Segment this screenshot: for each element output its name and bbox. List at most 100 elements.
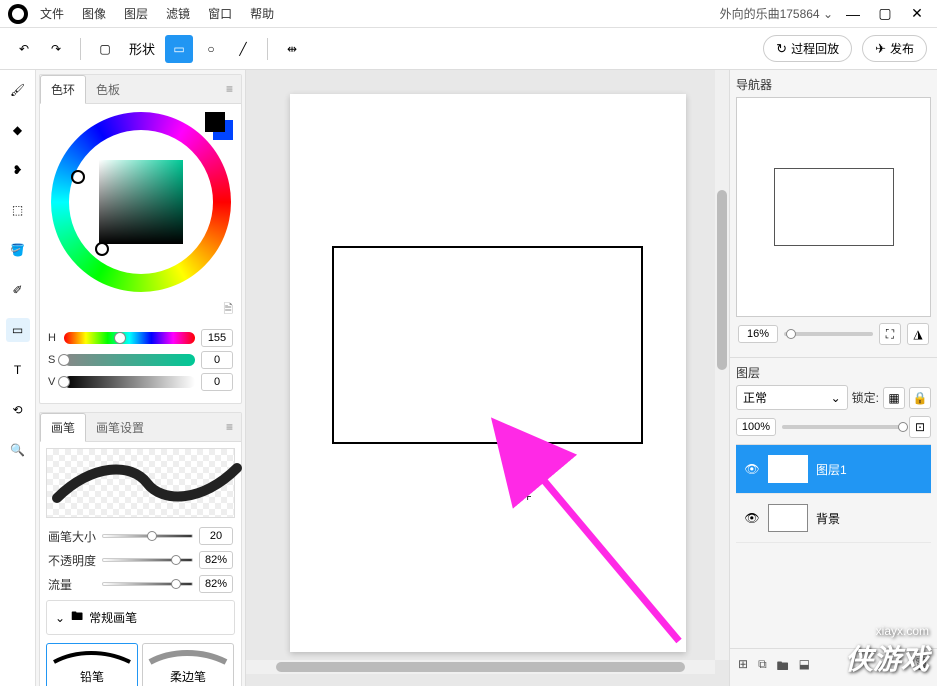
maximize-button[interactable]: ▢ (873, 2, 897, 26)
visibility-icon[interactable]: 👁 (744, 511, 760, 525)
horizontal-scrollbar[interactable] (246, 660, 715, 674)
navigator-title: 导航器 (736, 76, 931, 93)
layer-actions: ⊞ ⧉ 🖿 ⬓ 🗑 (730, 648, 937, 686)
layer-opacity-slider[interactable] (782, 425, 903, 429)
shape-label: 形状 (129, 39, 155, 58)
brush-category[interactable]: ⌄ 🖿 常规画笔 (46, 600, 235, 635)
zoom-value[interactable]: 16% (738, 325, 778, 343)
tab-color-swatch[interactable]: 色板 (86, 76, 130, 103)
shape-circle[interactable]: ○ (197, 35, 225, 63)
layers-panel: 图层 正常⌄ 锁定: ▦ 🔒 100% ⊡ 👁 图层1 👁 (730, 357, 937, 549)
replay-button[interactable]: ↻ 过程回放 (763, 35, 852, 62)
smudge-tool[interactable]: ❥ (6, 158, 30, 182)
chevron-down-icon: ⌄ (55, 611, 65, 625)
menu-layer[interactable]: 图层 (124, 5, 148, 22)
saturation-value-box[interactable] (99, 160, 183, 244)
shape-tool[interactable]: ▭ (6, 318, 30, 342)
color-wheel[interactable] (51, 112, 231, 292)
navigator-preview[interactable] (736, 97, 931, 317)
fill-tool[interactable]: 🪣 (6, 238, 30, 262)
visibility-icon[interactable]: 👁 (744, 462, 760, 476)
delete-layer-icon[interactable]: 🗑 (914, 657, 929, 678)
minimize-button[interactable]: — (841, 2, 865, 26)
lock-all-icon[interactable]: 🔒 (909, 387, 931, 409)
brush-size-slider[interactable] (102, 534, 193, 538)
close-button[interactable]: ✕ (905, 2, 929, 26)
tab-brush[interactable]: 画笔 (40, 413, 86, 442)
fit-screen-icon[interactable]: ⛶ (879, 323, 901, 345)
layer-item-background[interactable]: 👁 背景 (736, 494, 931, 543)
canvas[interactable]: + (290, 94, 686, 652)
sv-cursor[interactable] (95, 242, 109, 256)
sat-slider[interactable] (64, 354, 195, 366)
layer-item-1[interactable]: 👁 图层1 (736, 445, 931, 494)
shape-line[interactable]: ╱ (229, 35, 257, 63)
separator (80, 38, 81, 60)
layer-list: 👁 图层1 👁 背景 (736, 444, 931, 543)
brush-size-label: 画笔大小 (48, 528, 96, 545)
mirror-icon[interactable]: ⇹ (278, 35, 306, 63)
canvas-area[interactable]: + (246, 70, 729, 686)
brush-flow-value[interactable]: 82% (199, 575, 233, 593)
layer-name: 背景 (816, 510, 840, 527)
hue-value[interactable]: 155 (201, 329, 233, 347)
menu-window[interactable]: 窗口 (208, 5, 232, 22)
document-name[interactable]: 外向的乐曲175864 ⌄ (720, 5, 833, 22)
brush-soft[interactable]: 柔边笔 (142, 643, 234, 686)
eraser-tool[interactable]: ◆ (6, 118, 30, 142)
menu-file[interactable]: 文件 (40, 5, 64, 22)
layer-options-icon[interactable]: ⊡ (909, 416, 931, 438)
flip-icon[interactable]: ◮ (907, 323, 929, 345)
h-label: H (48, 332, 58, 344)
undo-button[interactable]: ↶ (10, 35, 38, 63)
color-swatch[interactable] (205, 112, 233, 140)
text-tool[interactable]: T (6, 358, 30, 382)
navigator-viewbox[interactable] (774, 168, 894, 246)
layer-opacity-value[interactable]: 100% (736, 418, 776, 436)
marquee-tool[interactable]: ⬚ (6, 198, 30, 222)
redo-button[interactable]: ↷ (42, 35, 70, 63)
brush-tool[interactable]: 🖌 (6, 78, 30, 102)
add-layer-icon[interactable]: ⊞ (738, 657, 748, 678)
rect-outline-icon[interactable]: ▢ (91, 35, 119, 63)
val-slider[interactable] (64, 376, 195, 388)
menu-filter[interactable]: 滤镜 (166, 5, 190, 22)
duplicate-layer-icon[interactable]: ⧉ (758, 657, 767, 678)
hue-cursor[interactable] (71, 170, 85, 184)
add-folder-icon[interactable]: 🖿 (777, 657, 789, 678)
lock-alpha-icon[interactable]: ▦ (883, 387, 905, 409)
brush-preview (46, 448, 235, 518)
hue-slider[interactable] (64, 332, 195, 344)
brush-opacity-slider[interactable] (102, 558, 193, 562)
zoom-tool[interactable]: 🔍 (6, 438, 30, 462)
zoom-slider[interactable] (784, 332, 873, 336)
tab-brush-settings[interactable]: 画笔设置 (86, 414, 154, 441)
merge-layer-icon[interactable]: ⬓ (799, 657, 810, 678)
brush-size-value[interactable]: 20 (199, 527, 233, 545)
transform-tool[interactable]: ⟲ (6, 398, 30, 422)
vertical-scrollbar[interactable] (715, 70, 729, 660)
reset-color-icon[interactable]: 🗎 (40, 300, 241, 325)
val-value[interactable]: 0 (201, 373, 233, 391)
eyedropper-tool[interactable]: ✐ (6, 278, 30, 302)
panel-menu-icon[interactable]: ≡ (218, 416, 241, 438)
brush-flow-slider[interactable] (102, 582, 193, 586)
brush-panel: 画笔 画笔设置 ≡ 画笔大小20 不透明度82% 流量82% ⌄ 🖿 常规画笔 … (39, 412, 242, 686)
panel-menu-icon[interactable]: ≡ (218, 78, 241, 100)
app-logo (8, 4, 28, 24)
layer-thumbnail (768, 455, 808, 483)
shape-rectangle[interactable]: ▭ (165, 35, 193, 63)
blend-mode-select[interactable]: 正常⌄ (736, 385, 848, 410)
menu-help[interactable]: 帮助 (250, 5, 274, 22)
tab-color-ring[interactable]: 色环 (40, 75, 86, 104)
publish-button[interactable]: ✈ 发布 (862, 35, 927, 62)
brush-opacity-value[interactable]: 82% (199, 551, 233, 569)
brush-opacity-label: 不透明度 (48, 552, 96, 569)
layer-thumbnail (768, 504, 808, 532)
sat-value[interactable]: 0 (201, 351, 233, 369)
brush-pencil[interactable]: 铅笔 (46, 643, 138, 686)
menu-image[interactable]: 图像 (82, 5, 106, 22)
separator (267, 38, 268, 60)
brush-flow-label: 流量 (48, 576, 96, 593)
lock-label: 锁定: (852, 389, 879, 406)
